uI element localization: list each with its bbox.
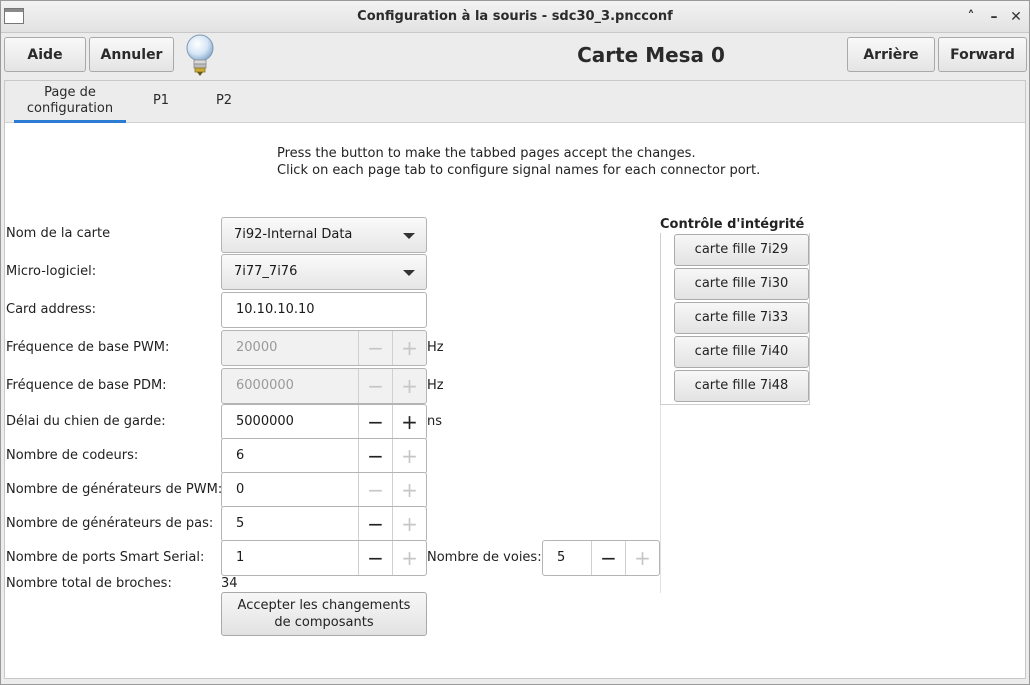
close-icon[interactable]: ✕ xyxy=(1006,7,1026,27)
pdm-freq-spinner[interactable]: 6000000 − + xyxy=(221,368,427,404)
stepgens-label: Nombre de générateurs de pas: xyxy=(6,516,214,531)
pdm-freq-decrement-button[interactable]: − xyxy=(358,369,392,403)
pdm-freq-label: Fréquence de base PDM: xyxy=(6,378,167,393)
sanity-check-label: Contrôle d'intégrité xyxy=(660,217,805,232)
watchdog-increment-button[interactable]: + xyxy=(392,405,426,439)
daughter-card-7i33-button[interactable]: carte fille 7i33 xyxy=(674,302,809,334)
pdm-freq-increment-button[interactable]: + xyxy=(392,369,426,403)
stepgens-decrement-button[interactable]: − xyxy=(358,507,392,541)
tab-configuration-label-line2: configuration xyxy=(26,101,114,116)
watchdog-unit: ns xyxy=(427,414,443,429)
encoders-label: Nombre de codeurs: xyxy=(6,448,139,463)
channels-increment-button[interactable]: + xyxy=(625,541,659,575)
pwm-freq-decrement-button[interactable]: − xyxy=(358,331,392,365)
pwm-freq-value: 20000 xyxy=(236,340,278,355)
firmware-combo[interactable]: 7i77_7i76 xyxy=(221,254,427,290)
pwm-freq-unit: Hz xyxy=(427,340,444,355)
stepgens-increment-button[interactable]: + xyxy=(392,507,426,541)
title-bar: Configuration à la souris - sdc30_3.pncc… xyxy=(1,1,1029,33)
dropdown-arrow-icon xyxy=(403,270,415,276)
page-title: Carte Mesa 0 xyxy=(577,43,725,67)
pwm-gens-label: Nombre de générateurs de PWM: xyxy=(6,482,223,497)
channels-decrement-button[interactable]: − xyxy=(591,541,625,575)
app-window: Configuration à la souris - sdc30_3.pncc… xyxy=(0,0,1030,685)
maximize-icon[interactable]: ˄ xyxy=(961,7,981,27)
stepgens-value: 5 xyxy=(236,516,245,531)
forward-button[interactable]: Forward xyxy=(938,37,1027,72)
sserial-ports-decrement-button[interactable]: − xyxy=(358,541,392,575)
total-pins-label: Nombre total de broches: xyxy=(6,576,172,591)
encoders-spinner[interactable]: 6 − + xyxy=(221,438,427,474)
tab-bar: Page de configuration P1 P2 xyxy=(5,81,1025,123)
card-address-input[interactable]: 10.10.10.10 xyxy=(221,292,427,328)
dropdown-arrow-icon xyxy=(403,233,415,239)
accept-changes-label-line2: de composants xyxy=(274,615,374,630)
channels-value: 5 xyxy=(557,550,566,565)
card-name-combo[interactable]: 7i92-Internal Data xyxy=(221,217,427,253)
daughter-card-7i29-button[interactable]: carte fille 7i29 xyxy=(674,234,809,266)
watchdog-spinner[interactable]: 5000000 − + xyxy=(221,404,427,440)
daughter-card-7i30-button[interactable]: carte fille 7i30 xyxy=(674,268,809,300)
pwm-freq-label: Fréquence de base PWM: xyxy=(6,340,170,355)
tab-configuration[interactable]: Page de configuration xyxy=(14,85,126,123)
divider xyxy=(660,405,661,593)
sserial-ports-value: 1 xyxy=(236,550,245,565)
pwm-gens-value: 0 xyxy=(236,482,245,497)
encoders-decrement-button[interactable]: − xyxy=(358,439,392,473)
tab-p2[interactable]: P2 xyxy=(208,85,240,123)
encoders-value: 6 xyxy=(236,448,245,463)
accept-changes-label-line1: Accepter les changements xyxy=(237,598,411,613)
watchdog-label: Délai du chien de garde: xyxy=(6,414,166,429)
help-button[interactable]: Aide xyxy=(4,37,86,72)
daughter-card-7i48-button[interactable]: carte fille 7i48 xyxy=(674,370,809,402)
channels-label: Nombre de voies: xyxy=(427,550,542,565)
lightbulb-icon xyxy=(186,34,214,76)
pdm-freq-unit: Hz xyxy=(427,378,444,393)
sserial-ports-increment-button[interactable]: + xyxy=(392,541,426,575)
sserial-ports-label: Nombre de ports Smart Serial: xyxy=(6,550,205,565)
minimize-icon[interactable]: – xyxy=(984,7,1004,27)
pdm-freq-value: 6000000 xyxy=(236,378,294,393)
card-name-value: 7i92-Internal Data xyxy=(234,227,353,242)
card-name-label: Nom de la carte xyxy=(6,226,111,241)
firmware-label: Micro-logiciel: xyxy=(6,264,97,279)
watchdog-value: 5000000 xyxy=(236,414,294,429)
firmware-value: 7i77_7i76 xyxy=(234,264,298,279)
pwm-freq-spinner[interactable]: 20000 − + xyxy=(221,330,427,366)
sserial-ports-spinner[interactable]: 1 − + xyxy=(221,540,427,576)
info-line-2: Click on each page tab to configure sign… xyxy=(277,163,761,178)
pwm-gens-decrement-button[interactable]: − xyxy=(358,473,392,507)
tab-p1[interactable]: P1 xyxy=(145,85,177,123)
back-button[interactable]: Arrière xyxy=(847,37,935,72)
accept-changes-button[interactable]: Accepter les changements de composants xyxy=(221,592,427,636)
card-address-label: Card address: xyxy=(6,302,96,317)
pwm-gens-spinner[interactable]: 0 − + xyxy=(221,472,427,508)
tab-configuration-label-line1: Page de xyxy=(44,85,96,100)
pwm-gens-increment-button[interactable]: + xyxy=(392,473,426,507)
total-pins-value: 34 xyxy=(221,576,238,591)
info-text: Press the button to make the tabbed page… xyxy=(277,145,760,179)
watchdog-decrement-button[interactable]: − xyxy=(358,405,392,439)
window-title: Configuration à la souris - sdc30_3.pncc… xyxy=(357,9,673,24)
encoders-increment-button[interactable]: + xyxy=(392,439,426,473)
main-panel: Page de configuration P1 P2 Press the bu… xyxy=(4,80,1026,679)
info-line-1: Press the button to make the tabbed page… xyxy=(277,146,696,161)
channels-spinner[interactable]: 5 − + xyxy=(542,540,660,576)
stepgens-spinner[interactable]: 5 − + xyxy=(221,506,427,542)
pwm-freq-increment-button[interactable]: + xyxy=(392,331,426,365)
daughter-card-7i40-button[interactable]: carte fille 7i40 xyxy=(674,336,809,368)
cancel-button[interactable]: Annuler xyxy=(89,37,174,72)
